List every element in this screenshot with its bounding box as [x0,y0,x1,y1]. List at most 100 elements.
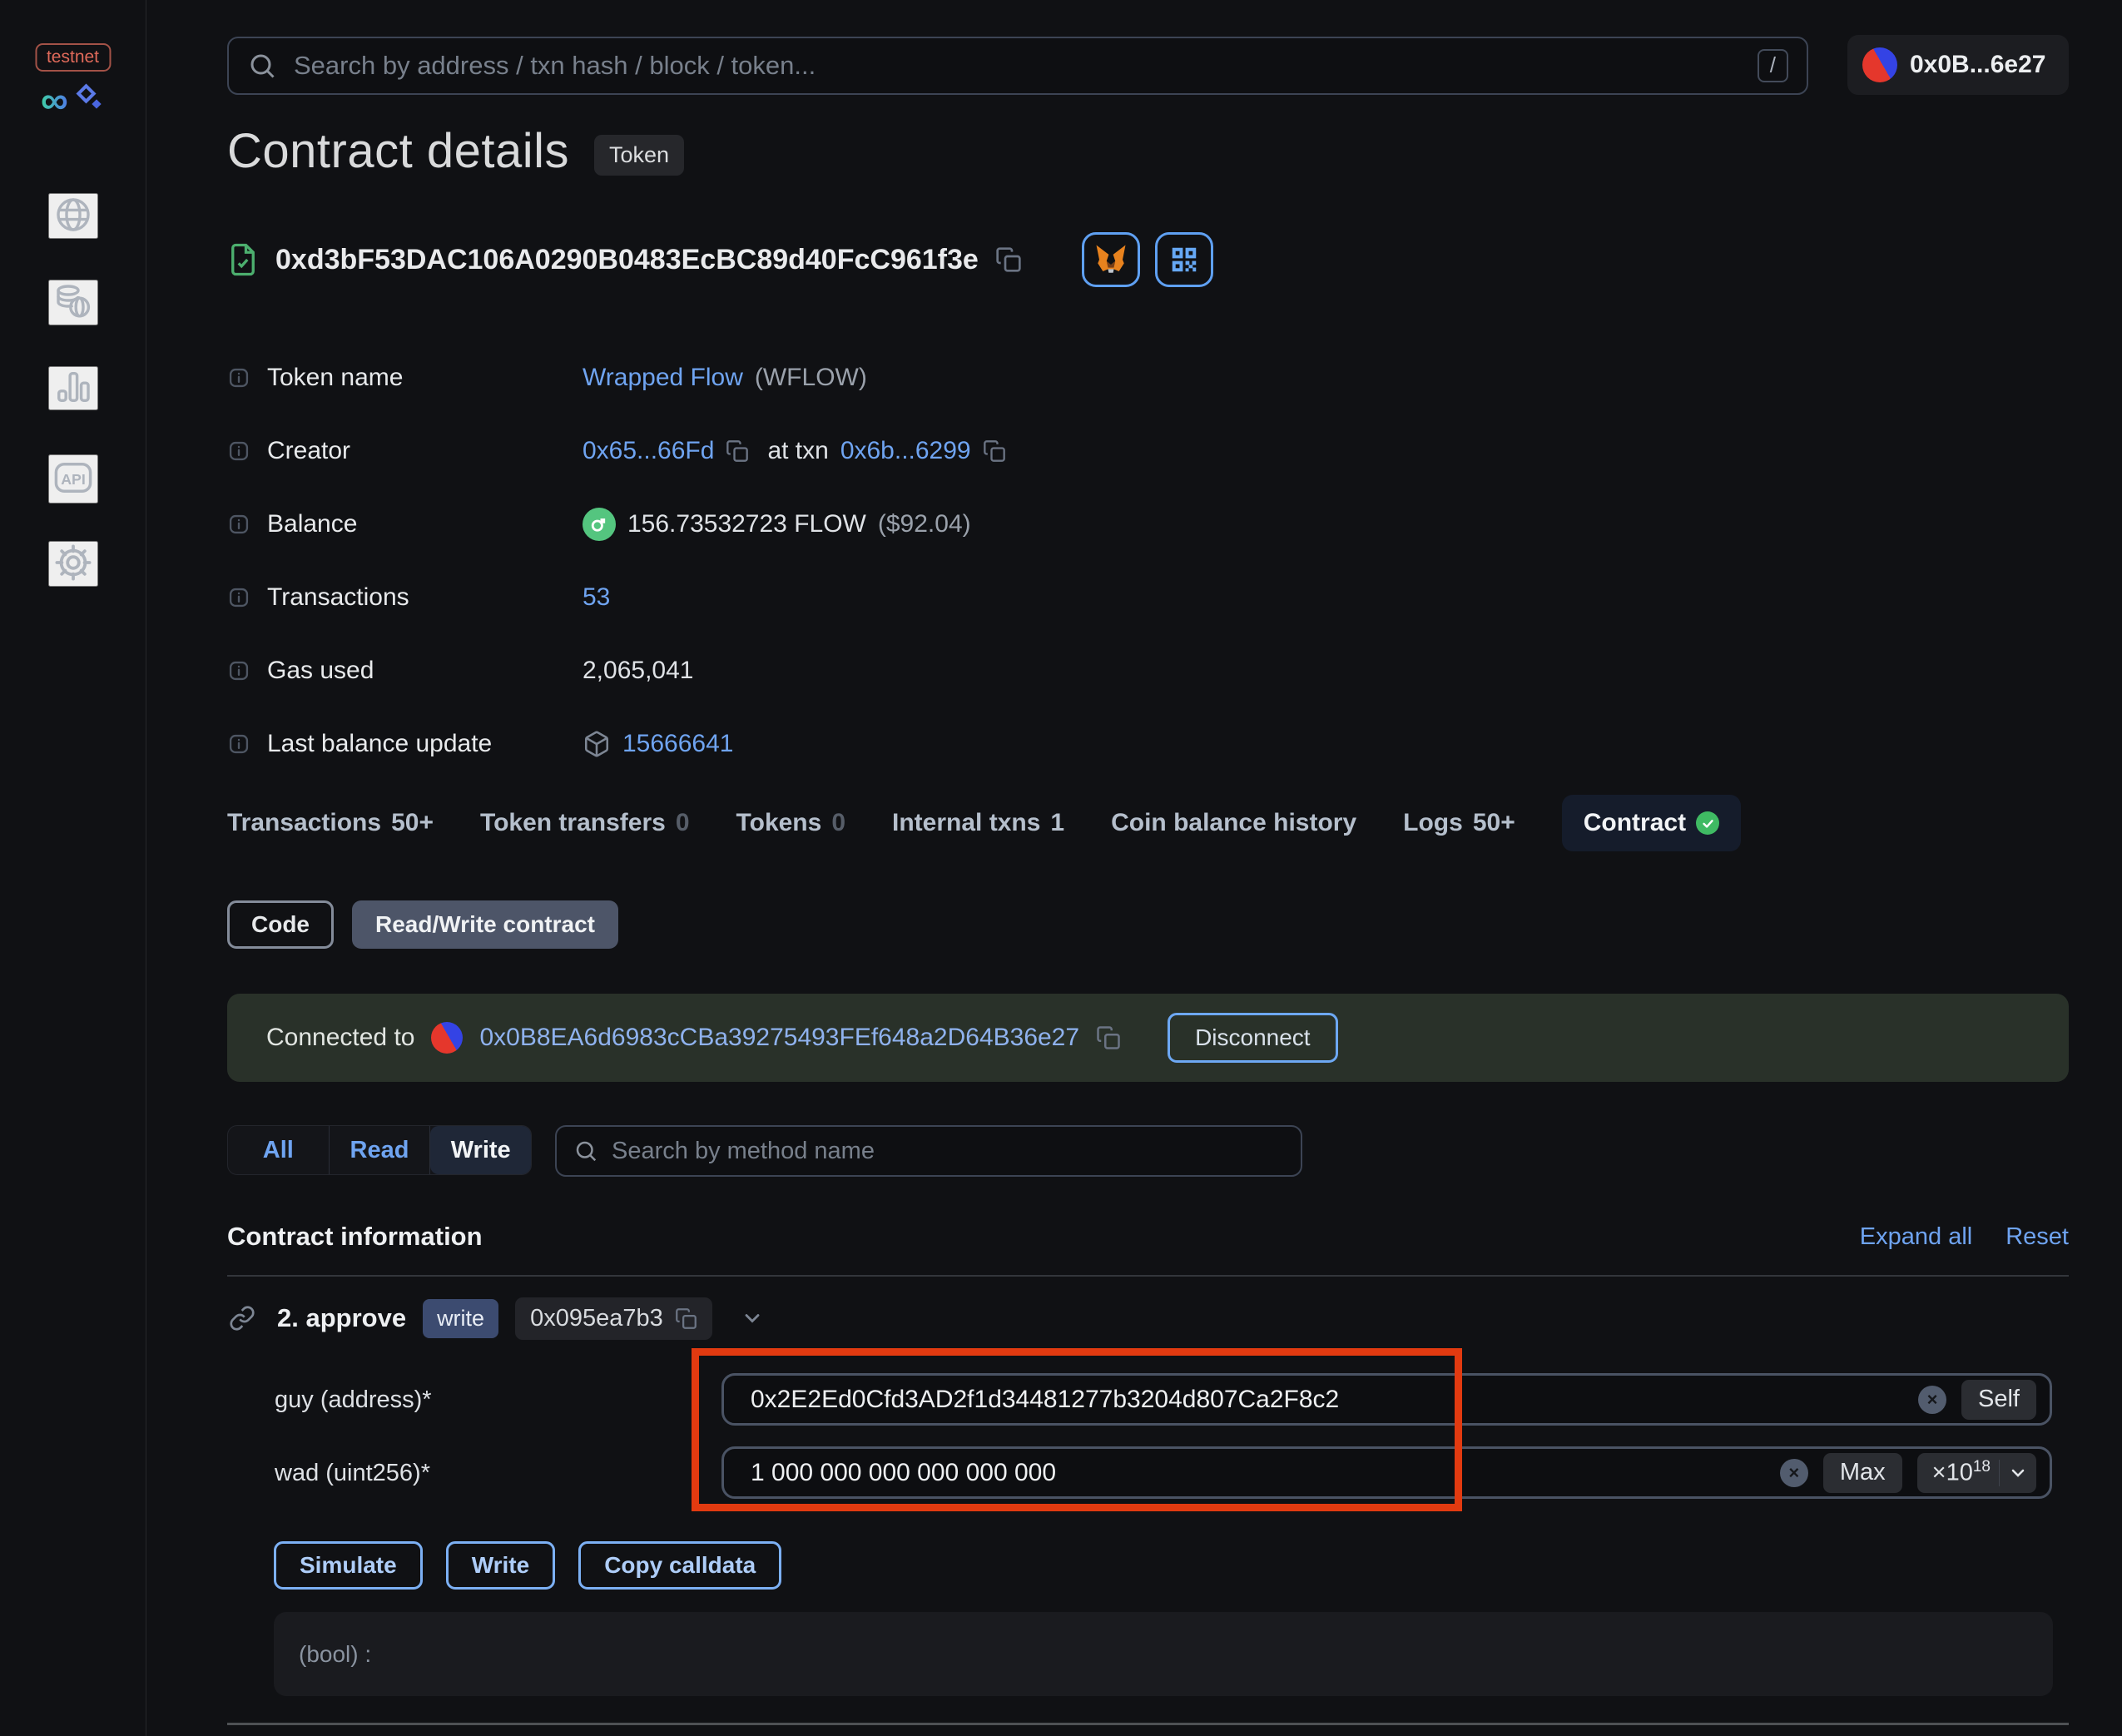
segment-write[interactable]: Write [430,1126,531,1174]
segment-read[interactable]: Read [330,1126,431,1174]
flow-token-icon [583,508,616,541]
disconnect-button[interactable]: Disconnect [1168,1013,1338,1063]
sidebar-item-network[interactable] [47,193,98,239]
simulate-button[interactable]: Simulate [274,1541,423,1590]
multiplier-dropdown[interactable]: ×1018 [1916,1452,2036,1493]
gas-used-value: 2,065,041 [583,657,694,684]
contract-subtabs: Code Read/Write contract [227,900,618,949]
read-write-contract-tab-button[interactable]: Read/Write contract [352,900,618,949]
creator-address-link[interactable]: 0x65...66Fd [583,437,714,465]
code-tab-button[interactable]: Code [227,900,334,949]
method-approve-row: 2. approve write 0x095ea7b3 [229,1297,764,1340]
max-button[interactable]: Max [1822,1452,1902,1493]
copy-creator-icon[interactable] [726,439,749,463]
svg-text:∞: ∞ [41,80,68,122]
sidebar-item-stats[interactable] [47,366,98,410]
search-input[interactable] [294,51,1758,81]
at-txn-text: at txn [767,437,829,464]
account-avatar [1862,47,1897,82]
info-icon[interactable] [227,513,250,536]
info-icon[interactable] [227,659,250,682]
sidebar-item-api[interactable]: API [47,454,98,503]
method-type-segmented-control: All Read Write [227,1125,532,1175]
copy-wallet-address-icon[interactable] [1096,1025,1121,1050]
token-name-link[interactable]: Wrapped Flow [583,364,743,392]
info-row-gas-used: Gas used 2,065,041 [227,634,1883,707]
tab-contract[interactable]: Contract [1561,795,1742,851]
connected-wallet-address[interactable]: 0x0B8EA6d6983cCBa39275493FEf648a2D64B36e… [479,1024,1079,1052]
tab-tokens[interactable]: Tokens 0 [736,809,846,837]
write-access-badge: write [423,1298,499,1338]
chevron-down-icon [2008,1463,2028,1483]
info-row-balance: Balance 156.73532723 FLOW ($92.04) [227,488,1883,561]
search-icon [573,1138,598,1163]
link-anchor-icon[interactable] [229,1305,255,1332]
global-search[interactable]: / [227,37,1808,95]
copy-calldata-button[interactable]: Copy calldata [578,1541,782,1590]
wad-amount-input[interactable] [724,1458,1780,1487]
clear-guy-icon[interactable]: × [1918,1385,1947,1414]
method-search-input[interactable] [612,1137,1284,1165]
method-name: 2. approve [277,1303,407,1332]
add-to-metamask-button[interactable] [1081,232,1140,287]
divider [227,1275,2069,1277]
info-row-last-balance-update: Last balance update 15666641 [227,707,1883,781]
info-icon[interactable] [227,586,250,609]
guy-field: × Self [721,1373,2052,1426]
info-icon[interactable] [227,366,250,389]
contract-details-page: testnet ∞ API Search by address / txn ha… [0,0,2122,1736]
metamask-fox-icon [1093,242,1128,277]
info-label: Last balance update [267,730,493,757]
wallet-connected-banner: Connected to 0x0B8EA6d6983cCBa39275493FE… [227,994,2069,1082]
transactions-count-link[interactable]: 53 [583,583,610,612]
wallet-avatar [431,1022,464,1054]
tab-logs[interactable]: Logs 50+ [1403,809,1515,837]
info-icon[interactable] [227,732,250,756]
search-icon [247,51,277,81]
method-search[interactable] [555,1125,1302,1177]
contract-address: 0xd3bF53DAC106A0290B0483EcBC89d40FcC961f… [275,243,979,275]
tab-token-transfers[interactable]: Token transfers 0 [480,809,690,837]
coins-icon [53,281,93,321]
reset-link[interactable]: Reset [2005,1223,2069,1251]
write-button[interactable]: Write [445,1541,556,1590]
segment-all[interactable]: All [228,1126,330,1174]
info-row-transactions: Transactions 53 [227,561,1883,634]
info-label: Gas used [267,657,374,684]
multiplier-base: ×10 [1931,1459,1973,1486]
copy-txn-icon[interactable] [983,439,1006,463]
creation-txn-link[interactable]: 0x6b...6299 [840,437,971,465]
sidebar-item-tokens[interactable] [47,280,98,325]
testnet-badge: testnet [34,43,112,72]
contract-address-row: 0xd3bF53DAC106A0290B0483EcBC89d40FcC961f… [226,232,1213,287]
chevron-down-icon[interactable] [741,1307,764,1330]
app-logo-icon[interactable]: ∞ [41,78,106,127]
tab-internal-txns[interactable]: Internal txns 1 [892,809,1064,837]
divider [1999,1459,2000,1486]
account-address: 0x0B...6e27 [1910,51,2046,78]
tab-coin-balance-history[interactable]: Coin balance history [1111,809,1356,837]
clear-wad-icon[interactable]: × [1779,1458,1808,1487]
copy-address-icon[interactable] [995,246,1022,273]
svg-text:API: API [61,471,86,488]
last-balance-block-link[interactable]: 15666641 [622,730,733,758]
token-symbol: (WFLOW) [754,364,867,391]
qr-code-button[interactable] [1154,232,1213,287]
method-output-panel: (bool) : [274,1612,2053,1696]
tab-bar: Transactions 50+ Token transfers 0 Tokens 0… [227,791,1742,856]
balance-usd: ($92.04) [877,510,971,538]
page-title: Contract details [227,124,569,178]
divider [227,1723,2069,1725]
tab-transactions[interactable]: Transactions 50+ [227,809,434,837]
balance-value: 156.73532723 FLOW [627,510,866,538]
expand-all-link[interactable]: Expand all [1860,1223,1972,1251]
guy-address-input[interactable] [724,1385,1919,1414]
copy-selector-icon[interactable] [675,1307,697,1330]
account-button[interactable]: 0x0B...6e27 [1847,35,2069,95]
info-icon[interactable] [227,439,250,463]
method-selector: 0x095ea7b3 [530,1304,663,1332]
gear-icon [53,543,93,583]
self-button[interactable]: Self [1961,1379,2036,1420]
info-row-creator: Creator 0x65...66Fd at txn 0x6b...6299 [227,414,1883,488]
sidebar-item-settings[interactable] [47,541,98,587]
